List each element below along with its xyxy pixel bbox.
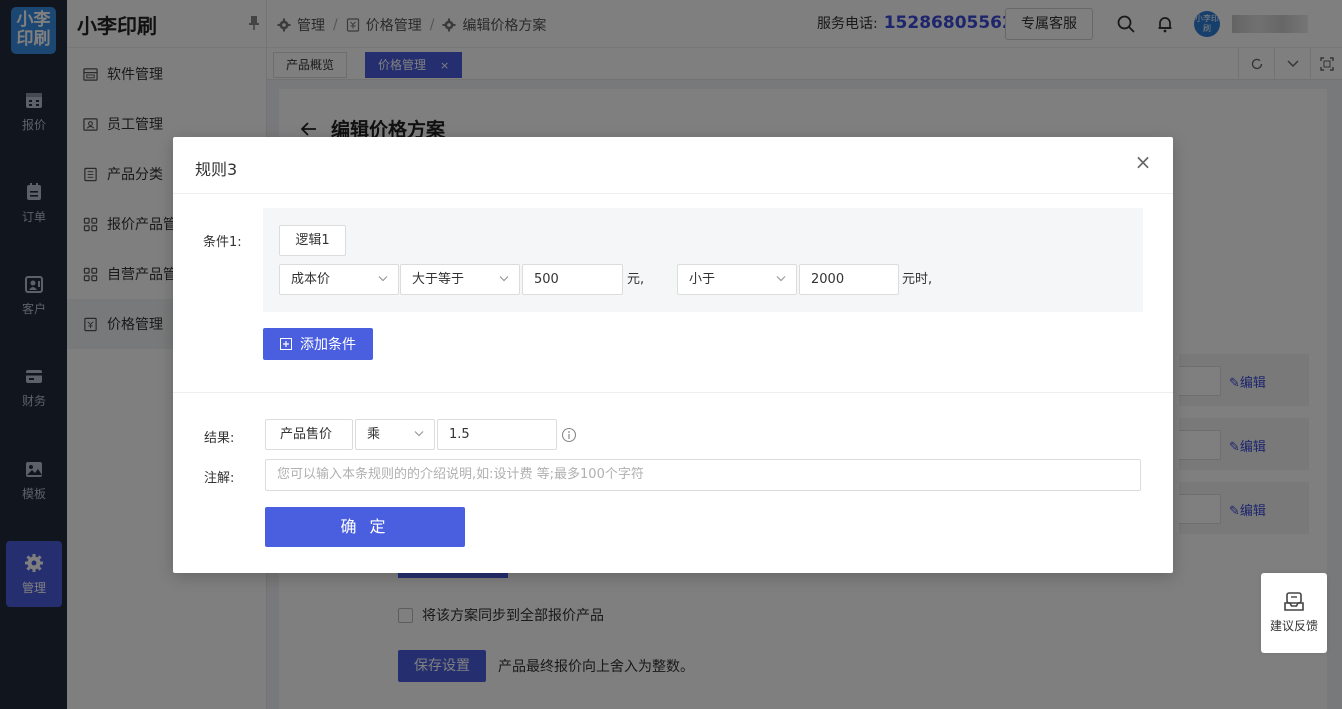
chevron-down-icon bbox=[378, 276, 388, 282]
close-icon[interactable]: × bbox=[1133, 152, 1153, 173]
logic-button[interactable]: 逻辑1 bbox=[279, 225, 346, 256]
chevron-down-icon bbox=[499, 276, 509, 282]
value-1-input[interactable]: 500 bbox=[522, 264, 623, 295]
rule-dialog: 规则3 × 条件1: 逻辑1 成本价 大于等于 500 元, 小于 2000 元… bbox=[173, 137, 1173, 573]
note-input[interactable]: 您可以输入本条规则的的介绍说明,如:设计费 等;最多100个字符 bbox=[265, 459, 1141, 491]
unit-1-text: 元, bbox=[627, 272, 645, 287]
divider bbox=[173, 193, 1173, 194]
add-condition-button[interactable]: 添加条件 bbox=[263, 328, 373, 360]
result-operator-select[interactable]: 乘 bbox=[355, 419, 435, 450]
result-label: 结果: bbox=[204, 431, 235, 446]
operator-1-select[interactable]: 大于等于 bbox=[400, 264, 520, 295]
condition-box: 逻辑1 成本价 大于等于 500 元, 小于 2000 元时, bbox=[263, 208, 1143, 312]
condition-field-select[interactable]: 成本价 bbox=[279, 264, 399, 295]
inbox-icon bbox=[1284, 592, 1304, 611]
feedback-widget[interactable]: 建议反馈 bbox=[1261, 573, 1327, 653]
add-condition-label: 添加条件 bbox=[300, 337, 356, 353]
divider bbox=[173, 392, 1173, 393]
result-value-input[interactable]: 1.5 bbox=[437, 419, 557, 450]
operator-2-select[interactable]: 小于 bbox=[677, 264, 797, 295]
value-2-input[interactable]: 2000 bbox=[799, 264, 899, 295]
feedback-label: 建议反馈 bbox=[1269, 619, 1318, 633]
condition-label: 条件1: bbox=[203, 235, 242, 250]
chevron-down-icon bbox=[414, 431, 424, 437]
plus-square-icon bbox=[280, 338, 292, 350]
confirm-button[interactable]: 确 定 bbox=[265, 507, 465, 547]
dialog-title: 规则3 bbox=[195, 160, 238, 179]
result-field-button[interactable]: 产品售价 bbox=[265, 419, 353, 450]
info-icon[interactable] bbox=[561, 427, 577, 443]
chevron-down-icon bbox=[776, 276, 786, 282]
note-label: 注解: bbox=[204, 471, 235, 486]
unit-2-text: 元时, bbox=[902, 272, 933, 287]
